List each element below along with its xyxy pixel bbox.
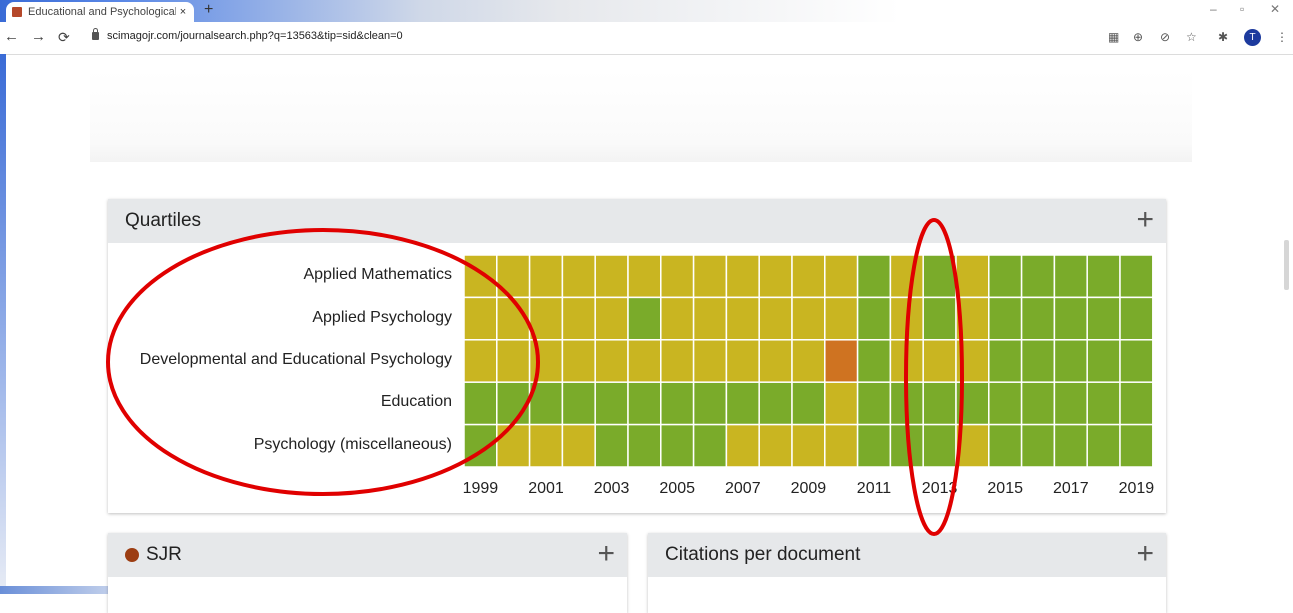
lock-icon (92, 28, 99, 40)
scimago-favicon-icon (12, 7, 22, 17)
url-text: scimagojr.com/journalsearch.php?q=13563&… (107, 30, 403, 42)
back-arrow-icon[interactable]: ← (4, 28, 19, 45)
sjr-panel: SJR + (108, 533, 627, 613)
window-edge-decoration (0, 54, 6, 594)
ad-space-band (90, 70, 1192, 162)
tracking-blocked-icon[interactable]: ⊘ (1160, 30, 1170, 44)
page-scrollbar[interactable] (1284, 240, 1289, 290)
year-tick-label: 2005 (659, 480, 695, 497)
browser-toolbar: ← → ⟳ scimagojr.com/journalsearch.php?q=… (0, 22, 1293, 55)
year-axis: 1999 2001 2003 2005 2007 2009 2011 2013 2015 2017… (108, 199, 1166, 513)
year-tick-label: 2007 (725, 480, 761, 497)
extensions-puzzle-icon[interactable]: ✱ (1218, 30, 1228, 44)
expand-plus-icon[interactable]: + (1136, 539, 1154, 569)
quartiles-panel: Quartiles + Applied Mathematics Applied P… (108, 199, 1166, 513)
year-tick-label: 2009 (790, 480, 827, 497)
year-tick-label: 2001 (528, 480, 564, 497)
year-tick-label: 2003 (593, 480, 630, 497)
translate-icon[interactable]: ▦ (1108, 30, 1119, 44)
sjr-header: SJR + (108, 533, 627, 577)
year-tick-label: 2019 (1118, 480, 1155, 497)
reload-icon[interactable]: ⟳ (58, 29, 70, 46)
citations-title: Citations per document (665, 544, 861, 565)
year-tick-label: 1999 (462, 480, 499, 497)
browser-tab[interactable]: Educational and Psychological M × (6, 2, 194, 22)
year-tick-label: 2011 (856, 480, 892, 497)
profile-avatar[interactable]: T (1244, 29, 1261, 46)
menu-kebab-icon[interactable]: ⋮ (1276, 30, 1288, 44)
year-tick-label: 2013 (921, 480, 958, 497)
browser-tab-bar: Educational and Psychological M × + – ▫ … (0, 0, 1293, 22)
forward-arrow-icon[interactable]: → (31, 28, 46, 45)
address-bar[interactable]: scimagojr.com/journalsearch.php?q=13563&… (92, 28, 403, 42)
citations-panel: Citations per document + (648, 533, 1166, 613)
new-tab-button[interactable]: + (204, 1, 213, 19)
tab-title: Educational and Psychological M (28, 6, 176, 18)
close-window-icon[interactable]: ✕ (1270, 2, 1280, 16)
citations-header: Citations per document + (648, 533, 1166, 577)
bookmark-star-icon[interactable]: ☆ (1186, 30, 1197, 44)
expand-plus-icon[interactable]: + (597, 539, 615, 569)
sjr-title: SJR (146, 544, 182, 565)
close-tab-icon[interactable]: × (176, 6, 190, 18)
zoom-icon[interactable]: ⊕ (1133, 30, 1143, 44)
sjr-color-dot (125, 548, 139, 562)
restore-icon[interactable]: ▫ (1240, 2, 1244, 16)
minimize-icon[interactable]: – (1210, 2, 1217, 16)
year-tick-label: 2015 (987, 480, 1023, 497)
year-tick-label: 2017 (1053, 480, 1089, 497)
